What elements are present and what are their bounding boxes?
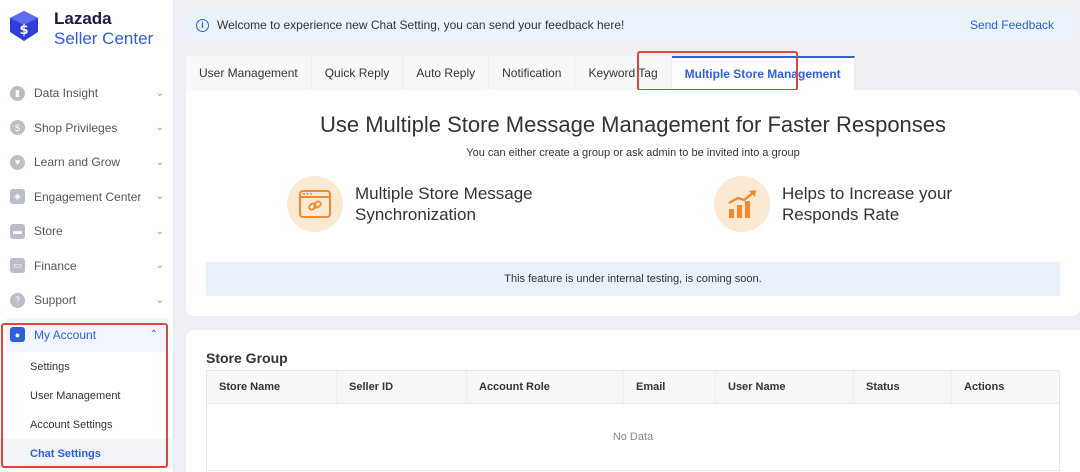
sidebar-item-learn-and-grow[interactable]: ♥ Learn and Grow ⌄ (0, 145, 173, 180)
chevron-down-icon: ⌄ (155, 156, 164, 168)
sidebar-subitem-settings[interactable]: Settings (0, 352, 173, 381)
chevron-down-icon: ⌄ (155, 122, 164, 134)
tab-keyword-tag[interactable]: Keyword Tag (575, 56, 672, 90)
sidebar-item-my-account[interactable]: ● My Account ⌃ (6, 317, 168, 352)
feature-rate-line2: Responds Rate (782, 205, 900, 224)
info-icon: i (196, 18, 209, 32)
sidebar-item-label: Engagement Center (34, 189, 142, 204)
column-email: Email (624, 371, 716, 403)
store-icon: ▬ (10, 223, 25, 239)
sidebar-subitem-user-management[interactable]: User Management (0, 381, 173, 410)
account-icon: ● (10, 327, 25, 343)
brand-subtitle: Seller Center (54, 29, 154, 48)
chevron-down-icon: ⌄ (155, 225, 164, 237)
sidebar-item-data-insight[interactable]: ▮ Data Insight ⌄ (0, 76, 173, 111)
feature-sync: Multiple Store Message Synchronization (287, 176, 533, 232)
banner-text: Welcome to experience new Chat Setting, … (217, 18, 625, 32)
tab-auto-reply[interactable]: Auto Reply (403, 56, 490, 90)
chevron-down-icon: ⌄ (155, 87, 164, 99)
lazada-logo-icon: $ (10, 11, 38, 41)
sidebar-item-engagement-center[interactable]: ◈ Engagement Center ⌄ (0, 180, 173, 215)
chevron-up-icon: ⌃ (149, 329, 158, 341)
store-group-table: Store Name Seller ID Account Role Email … (206, 370, 1060, 471)
column-store-name: Store Name (207, 371, 337, 403)
feature-sync-line1: Multiple Store Message (355, 184, 533, 203)
column-status: Status (854, 371, 952, 403)
sidebar-item-label: Data Insight (34, 86, 99, 101)
tab-multiple-store-management[interactable]: Multiple Store Management (671, 56, 855, 90)
tab-quick-reply[interactable]: Quick Reply (311, 56, 404, 90)
page-subtitle: You can either create a group or ask adm… (466, 147, 800, 159)
sidebar-subitem-account-settings[interactable]: Account Settings (0, 410, 173, 439)
store-group-card: Store Group Store Name Seller ID Account… (186, 330, 1080, 472)
sidebar-item-label: Support (34, 293, 77, 308)
page-title: Use Multiple Store Message Management fo… (319, 112, 947, 137)
brand-name: Lazada (54, 9, 112, 28)
feature-sync-line2: Synchronization (355, 205, 476, 224)
chain-link-window-icon (287, 176, 343, 232)
sidebar-item-shop-privileges[interactable]: $ Shop Privileges ⌄ (0, 111, 173, 146)
feedback-banner: i Welcome to experience new Chat Setting… (186, 10, 1074, 40)
column-account-role: Account Role (467, 371, 624, 403)
growth-chart-icon (714, 176, 770, 232)
chevron-down-icon: ⌄ (155, 191, 164, 203)
sidebar-item-label: Learn and Grow (34, 155, 121, 170)
dollar-icon: $ (10, 120, 25, 136)
sidebar-item-label: My Account (34, 327, 97, 342)
sidebar-item-finance[interactable]: ▭ Finance ⌄ (0, 249, 173, 284)
store-group-title: Store Group (206, 350, 288, 366)
chevron-down-icon: ⌄ (155, 260, 164, 272)
sidebar-subitem-chat-settings[interactable]: Chat Settings (0, 439, 173, 468)
chevron-down-icon: ⌄ (155, 294, 164, 306)
wallet-icon: ▭ (10, 258, 25, 274)
sidebar: $ Lazada Seller Center ▮ Data Insight ⌄ … (0, 0, 174, 472)
svg-text:$: $ (19, 23, 28, 38)
chart-icon: ▮ (10, 85, 25, 101)
brand[interactable]: $ Lazada Seller Center (8, 10, 153, 47)
tab-notification[interactable]: Notification (489, 56, 576, 90)
tab-user-management[interactable]: User Management (186, 56, 312, 90)
help-icon: ? (10, 292, 25, 308)
feature-response-rate: Helps to Increase your Responds Rate (714, 176, 952, 232)
internal-testing-notice: This feature is under internal testing, … (206, 262, 1060, 296)
sidebar-item-label: Finance (34, 258, 77, 273)
settings-tabs: User Management Quick Reply Auto Reply N… (186, 56, 855, 90)
sidebar-item-label: Shop Privileges (34, 120, 118, 135)
multi-store-intro-card: Use Multiple Store Message Management fo… (186, 90, 1080, 316)
engagement-icon: ◈ (10, 189, 25, 205)
sidebar-item-support[interactable]: ? Support ⌄ (0, 283, 173, 318)
table-header: Store Name Seller ID Account Role Email … (207, 371, 1059, 404)
table-empty-state: No Data (612, 431, 654, 443)
column-actions: Actions (964, 381, 1005, 393)
sidebar-item-store[interactable]: ▬ Store ⌄ (0, 214, 173, 249)
column-seller-id: Seller ID (337, 371, 467, 403)
column-user-name: User Name (716, 371, 854, 403)
send-feedback-link[interactable]: Send Feedback (970, 18, 1054, 32)
sidebar-item-label: Store (34, 224, 63, 239)
sidebar-menu: ▮ Data Insight ⌄ $ Shop Privileges ⌄ ♥ L… (0, 76, 173, 468)
heart-icon: ♥ (10, 154, 25, 170)
feature-rate-line1: Helps to Increase your (782, 184, 953, 203)
